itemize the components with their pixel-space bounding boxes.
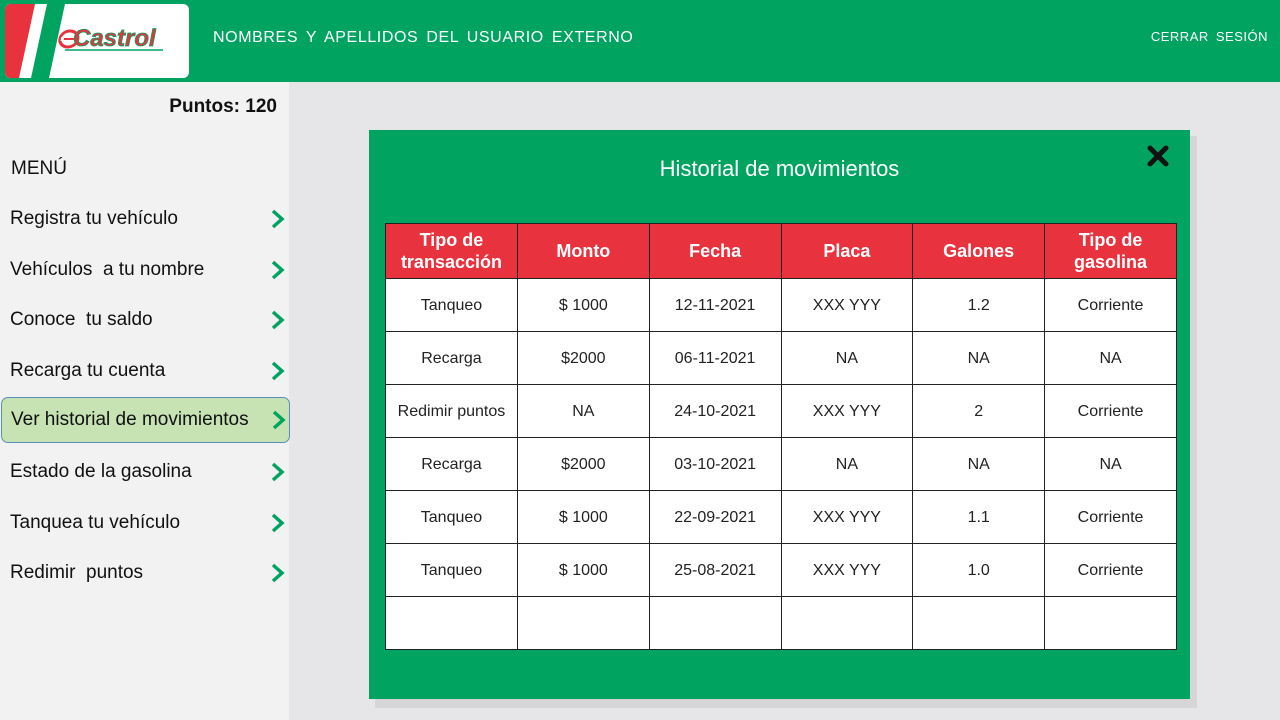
table-cell: NA bbox=[912, 437, 1046, 491]
table-cell: 1.0 bbox=[912, 543, 1046, 597]
table-row: Tanqueo $ 1000 12-11-2021 XXX YYY 1.2 Co… bbox=[385, 278, 1177, 332]
table-cell: 25-08-2021 bbox=[648, 543, 782, 597]
sidebar-item-label: Recarga tu cuenta bbox=[10, 360, 166, 381]
table-cell: 22-09-2021 bbox=[648, 490, 782, 544]
table-cell: 12-11-2021 bbox=[648, 278, 782, 332]
table-row: Recarga $2000 06-11-2021 NA NA NA bbox=[385, 331, 1177, 385]
column-header: Galones bbox=[912, 223, 1046, 279]
chevron-right-icon bbox=[271, 462, 285, 482]
sidebar: Puntos: 120 MENÚ Registra tu vehículo Ve… bbox=[0, 82, 290, 720]
table-row: Recarga $2000 03-10-2021 NA NA NA bbox=[385, 437, 1177, 491]
menu-title: MENÚ bbox=[11, 158, 67, 179]
table-row: Tanqueo $ 1000 25-08-2021 XXX YYY 1.0 Co… bbox=[385, 543, 1177, 597]
modal-title: Historial de movimientos bbox=[659, 156, 900, 181]
sidebar-item-label: Registra tu vehículo bbox=[10, 208, 178, 229]
table-cell: XXX YYY bbox=[780, 543, 914, 597]
sidebar-item-recarga[interactable]: Recarga tu cuenta bbox=[0, 348, 289, 394]
column-header: Tipo de gasolina bbox=[1044, 223, 1177, 279]
table-cell: $2000 bbox=[516, 437, 650, 491]
sidebar-item-label: Ver historial de movimientos bbox=[11, 409, 249, 430]
table-cell: NA bbox=[912, 331, 1046, 385]
table-cell: $ 1000 bbox=[516, 490, 650, 544]
table-cell: Tanqueo bbox=[385, 543, 518, 597]
table-cell: NA bbox=[1044, 331, 1177, 385]
table-cell bbox=[648, 596, 782, 650]
sidebar-item-label: Tanquea tu vehículo bbox=[10, 512, 181, 533]
points-balance: Puntos: 120 bbox=[169, 96, 277, 117]
table-cell: XXX YYY bbox=[780, 278, 914, 332]
table-cell: NA bbox=[780, 331, 914, 385]
table-cell: NA bbox=[1044, 437, 1177, 491]
table-row: Redimir puntos NA 24-10-2021 XXX YYY 2 C… bbox=[385, 384, 1177, 438]
user-name: NOMBRES Y APELLIDOS DEL USUARIO EXTERNO bbox=[213, 29, 634, 46]
table-cell bbox=[912, 596, 1046, 650]
sidebar-item-registra-vehiculo[interactable]: Registra tu vehículo bbox=[0, 196, 289, 242]
table-cell: Tanqueo bbox=[385, 490, 518, 544]
table-cell: 24-10-2021 bbox=[648, 384, 782, 438]
chevron-right-icon bbox=[271, 310, 285, 330]
table-cell bbox=[1044, 596, 1177, 650]
table-cell: Recarga bbox=[385, 331, 518, 385]
chevron-right-icon bbox=[271, 209, 285, 229]
table-cell: $2000 bbox=[516, 331, 650, 385]
sidebar-item-label: Conoce tu saldo bbox=[10, 309, 153, 330]
table-cell: Corriente bbox=[1044, 384, 1177, 438]
sidebar-item-label: Estado de la gasolina bbox=[10, 461, 192, 482]
sidebar-item-label: Redimir puntos bbox=[10, 562, 144, 583]
table-cell: 1.1 bbox=[912, 490, 1046, 544]
table-cell bbox=[385, 596, 518, 650]
table-cell: Corriente bbox=[1044, 490, 1177, 544]
sidebar-item-label: Vehículos a tu nombre bbox=[10, 259, 205, 280]
sidebar-item-historial[interactable]: Ver historial de movimientos bbox=[1, 397, 290, 443]
castrol-logo-graphic: Castrol bbox=[5, 4, 189, 78]
svg-text:Castrol: Castrol bbox=[73, 25, 157, 52]
column-header: Monto bbox=[516, 223, 650, 279]
chevron-right-icon bbox=[271, 260, 285, 280]
chevron-right-icon bbox=[272, 410, 286, 430]
logout-link[interactable]: CERRAR SESIÓN bbox=[1151, 29, 1268, 44]
chevron-right-icon bbox=[271, 361, 285, 381]
history-modal: Historial de movimientos Tipo de transac… bbox=[369, 130, 1190, 699]
chevron-right-icon bbox=[271, 563, 285, 583]
table-cell: Corriente bbox=[1044, 278, 1177, 332]
table-cell: Tanqueo bbox=[385, 278, 518, 332]
table-header-row: Tipo de transacción Monto Fecha Placa Ga… bbox=[385, 223, 1177, 279]
chevron-right-icon bbox=[271, 513, 285, 533]
table-cell bbox=[780, 596, 914, 650]
history-table: Tipo de transacción Monto Fecha Placa Ga… bbox=[385, 223, 1177, 650]
table-cell bbox=[516, 596, 650, 650]
table-cell: $ 1000 bbox=[516, 543, 650, 597]
table-cell: 2 bbox=[912, 384, 1046, 438]
table-row-empty bbox=[385, 596, 1177, 650]
column-header: Placa bbox=[780, 223, 914, 279]
table-cell: XXX YYY bbox=[780, 490, 914, 544]
table-cell: XXX YYY bbox=[780, 384, 914, 438]
table-cell: Corriente bbox=[1044, 543, 1177, 597]
sidebar-item-tanquea[interactable]: Tanquea tu vehículo bbox=[0, 500, 289, 546]
table-cell: 1.2 bbox=[912, 278, 1046, 332]
top-bar: Castrol NOMBRES Y APELLIDOS DEL USUARIO … bbox=[0, 0, 1280, 82]
table-cell: Redimir puntos bbox=[385, 384, 518, 438]
sidebar-item-estado-gasolina[interactable]: Estado de la gasolina bbox=[0, 449, 289, 495]
castrol-logo[interactable]: Castrol bbox=[5, 4, 189, 78]
table-cell: $ 1000 bbox=[516, 278, 650, 332]
column-header: Tipo de transacción bbox=[385, 223, 518, 279]
table-row: Tanqueo $ 1000 22-09-2021 XXX YYY 1.1 Co… bbox=[385, 490, 1177, 544]
table-cell: Recarga bbox=[385, 437, 518, 491]
column-header: Fecha bbox=[648, 223, 782, 279]
close-x-icon[interactable] bbox=[1145, 143, 1171, 169]
sidebar-item-redimir[interactable]: Redimir puntos bbox=[0, 550, 289, 596]
table-cell: 06-11-2021 bbox=[648, 331, 782, 385]
sidebar-item-conoce-saldo[interactable]: Conoce tu saldo bbox=[0, 297, 289, 343]
sidebar-item-vehiculos[interactable]: Vehículos a tu nombre bbox=[0, 247, 289, 293]
table-cell: NA bbox=[780, 437, 914, 491]
table-cell: 03-10-2021 bbox=[648, 437, 782, 491]
table-cell: NA bbox=[516, 384, 650, 438]
